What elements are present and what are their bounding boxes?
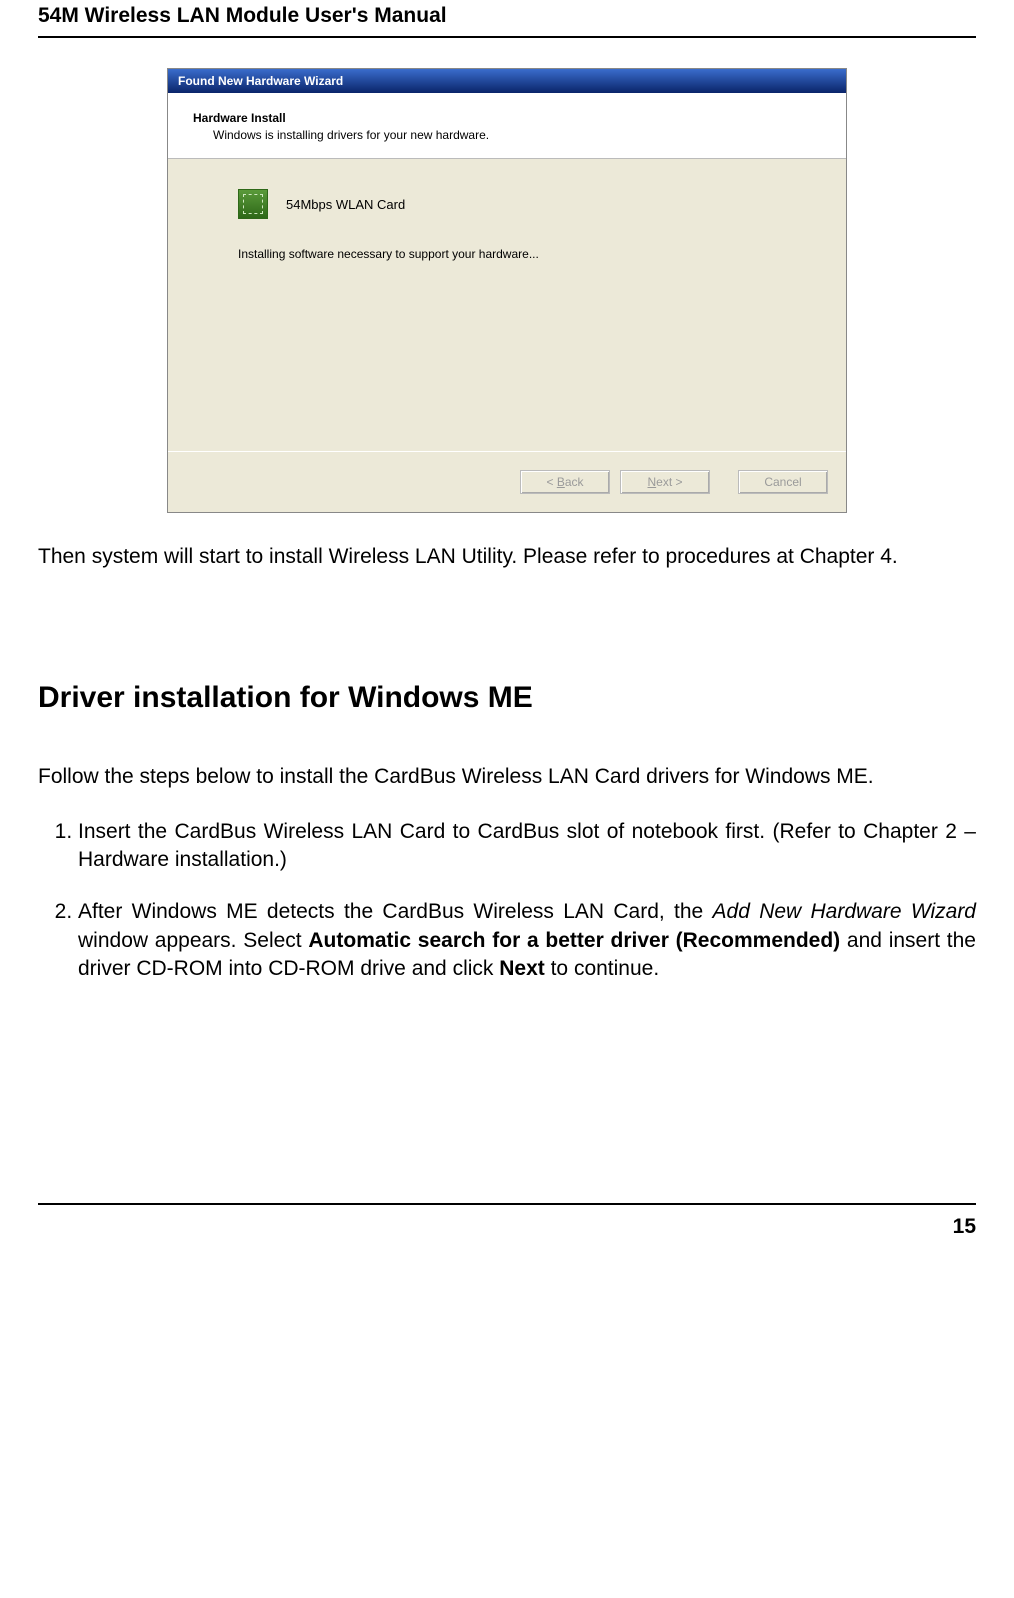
wizard-window: Found New Hardware Wizard Hardware Insta… xyxy=(167,68,847,513)
wizard-button-bar: < Back Next > Cancel xyxy=(168,451,846,512)
paragraph-install-utility: Then system will start to install Wirele… xyxy=(38,543,976,571)
cancel-button[interactable]: Cancel xyxy=(738,470,828,494)
next-button[interactable]: Next > xyxy=(620,470,710,494)
wizard-header-area: Hardware Install Windows is installing d… xyxy=(168,93,846,159)
wizard-subtext: Windows is installing drivers for your n… xyxy=(193,128,821,142)
device-row: 54Mbps WLAN Card xyxy=(238,189,821,219)
step-1: Insert the CardBus Wireless LAN Card to … xyxy=(78,818,976,875)
back-button[interactable]: < Back xyxy=(520,470,610,494)
device-name-label: 54Mbps WLAN Card xyxy=(286,197,405,212)
step2-mid1: window appears. Select xyxy=(78,929,308,952)
installing-status-text: Installing software necessary to support… xyxy=(238,247,821,261)
step2-next-bold: Next xyxy=(499,957,545,980)
device-card-icon xyxy=(238,189,268,219)
page-number: 15 xyxy=(953,1215,976,1239)
hardware-install-label: Hardware Install xyxy=(193,111,821,125)
section-heading-windows-me: Driver installation for Windows ME xyxy=(38,681,976,715)
wizard-titlebar: Found New Hardware Wizard xyxy=(168,69,846,93)
step2-pre: After Windows ME detects the CardBus Wir… xyxy=(78,900,713,923)
step2-wizard-name: Add New Hardware Wizard xyxy=(713,900,976,923)
wizard-body: Hardware Install Windows is installing d… xyxy=(168,93,846,512)
step-2: After Windows ME detects the CardBus Wir… xyxy=(78,898,976,983)
section-description: Follow the steps below to install the Ca… xyxy=(38,763,976,791)
page-header-title: 54M Wireless LAN Module User's Manual xyxy=(38,0,976,38)
step2-post: to continue. xyxy=(545,957,659,980)
step2-option-bold: Automatic search for a better driver (Re… xyxy=(308,929,840,952)
page-footer: 15 xyxy=(38,1203,976,1239)
wizard-content: 54Mbps WLAN Card Installing software nec… xyxy=(168,159,846,451)
install-steps-list: Insert the CardBus Wireless LAN Card to … xyxy=(38,818,976,984)
